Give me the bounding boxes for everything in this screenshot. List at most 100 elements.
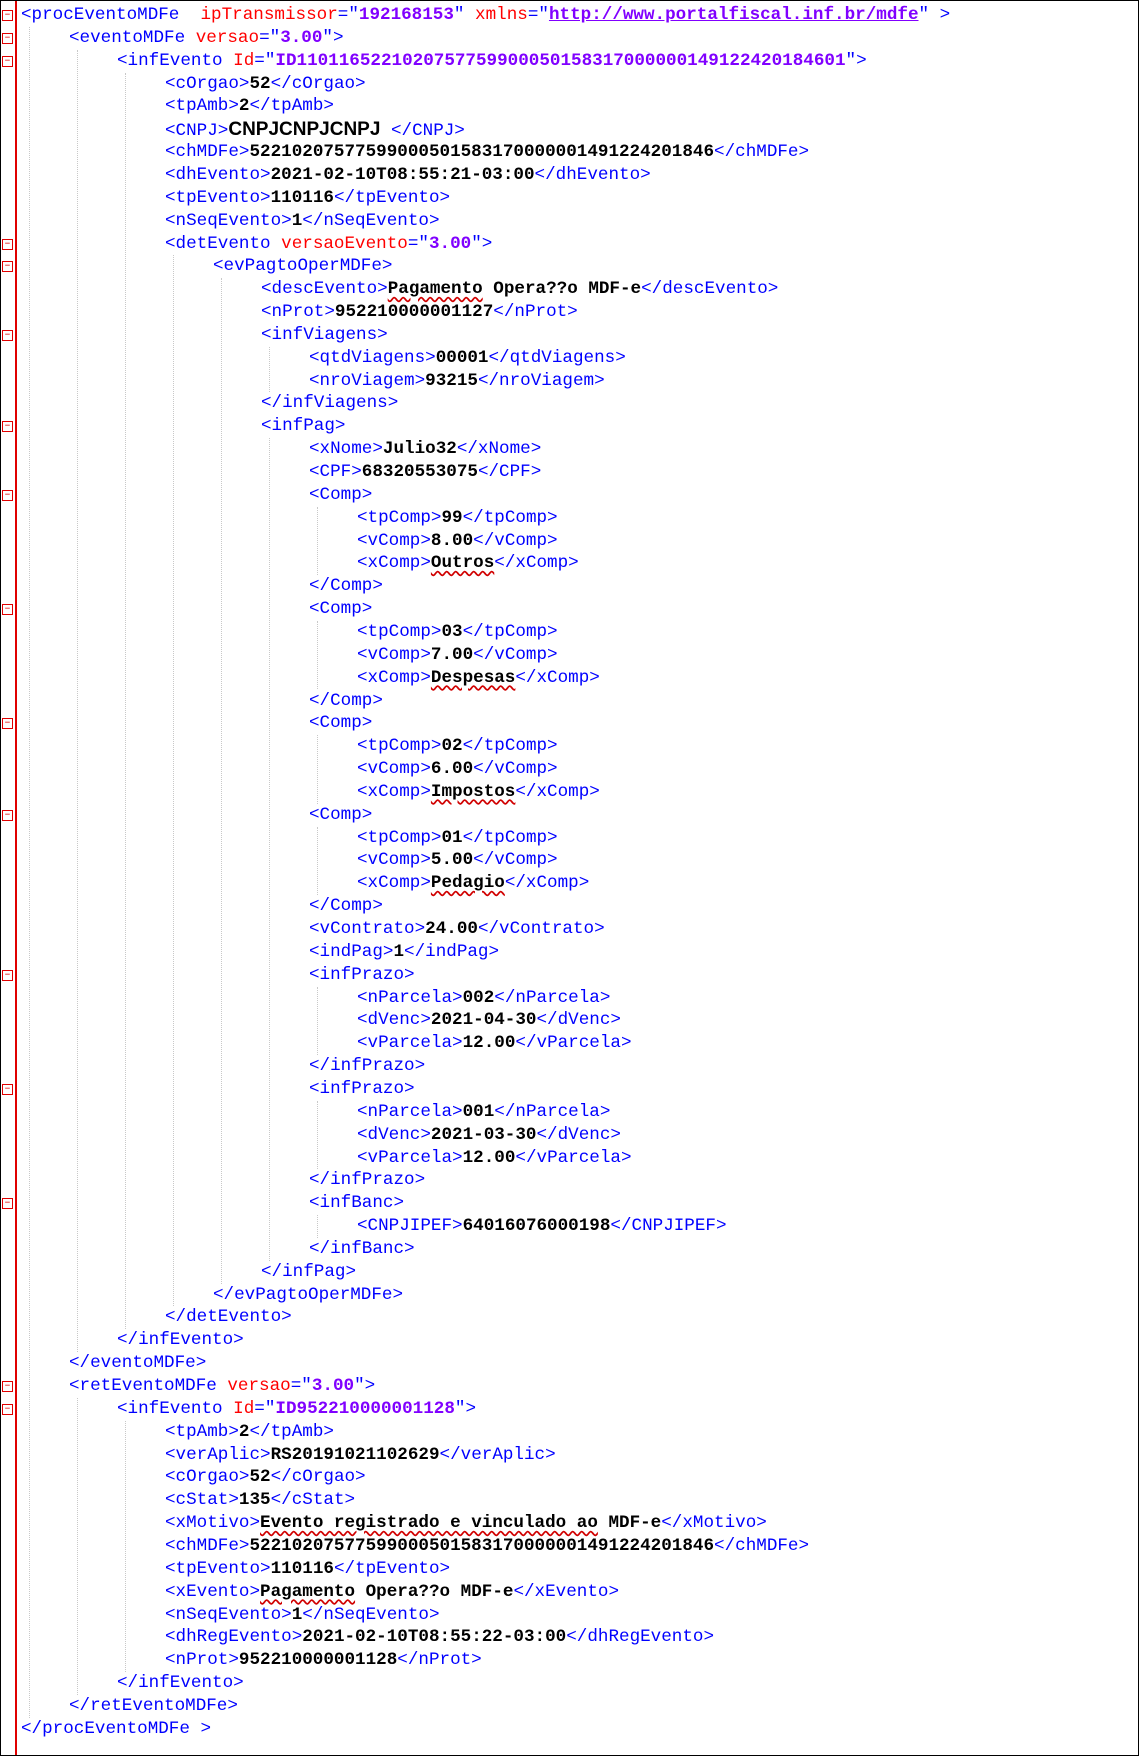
token-tag: <cOrgao>	[165, 73, 250, 94]
token-tag: <infBanc>	[309, 1193, 405, 1214]
token-tag: </indPag>	[404, 941, 500, 962]
code-line: </infPag>	[261, 1261, 356, 1284]
fold-toggle-icon[interactable]: −	[2, 969, 13, 981]
token-txt: 1	[393, 941, 405, 962]
code-line: <nSeqEvento>1</nSeqEvento>	[165, 210, 440, 233]
token-txt: Impostos	[430, 781, 516, 802]
token-tag: <nProt>	[165, 1650, 239, 1671]
code-line: </infPrazo>	[309, 1169, 425, 1192]
fold-toggle-icon[interactable]: −	[2, 329, 13, 341]
token-tag: </dhRegEvento>	[566, 1627, 715, 1648]
code-line: <vComp>8.00</vComp>	[357, 530, 558, 553]
token-tag: <Comp>	[309, 804, 373, 825]
token-tag: </chMDFe>	[714, 142, 810, 163]
token-tag: <tpAmb>	[165, 1421, 239, 1442]
token-tag: ">	[845, 50, 867, 71]
token-tag: </xMotivo>	[661, 1513, 767, 1534]
token-tag: </nroViagem>	[477, 370, 605, 391]
token-tag: <dhRegEvento>	[165, 1627, 303, 1648]
token-txt: 68320553075	[361, 462, 478, 482]
token-tag: <CNPJ>	[165, 121, 229, 142]
indent-guide	[77, 1397, 78, 1695]
code-area[interactable]: <procEventoMDFe ipTransmissor="192168153…	[21, 1, 1138, 1755]
token-txt: 1	[291, 1604, 303, 1625]
token-tag: <xMotivo>	[165, 1513, 261, 1534]
fold-toggle-icon[interactable]: −	[2, 238, 13, 250]
code-line: <detEvento versaoEvento="3.00">	[165, 233, 492, 256]
code-line: </detEvento>	[165, 1306, 292, 1329]
token-aval[interactable]: http://www.portalfiscal.inf.br/mdfe	[549, 5, 919, 25]
token-tag: ="	[337, 5, 359, 25]
token-tag: <infPrazo>	[309, 1078, 415, 1099]
token-tag: <detEvento	[165, 233, 282, 254]
code-line: <tpEvento>110116</tpEvento>	[165, 1558, 450, 1581]
fold-toggle-icon[interactable]: −	[2, 489, 13, 501]
token-aval: 3.00	[280, 27, 323, 48]
fold-toggle-icon[interactable]: −	[2, 1083, 13, 1095]
token-txt: 52	[249, 1467, 271, 1488]
token-attr: xmlns	[475, 5, 528, 25]
fold-toggle-icon[interactable]: −	[2, 421, 13, 433]
fold-toggle-icon[interactable]: −	[2, 604, 13, 616]
code-line: <vParcela>12.00</vParcela>	[357, 1147, 632, 1170]
token-txt: 52	[249, 73, 271, 94]
code-line: <descEvento>Pagamento Opera??o MDF-e</de…	[261, 278, 778, 301]
indent-guide	[317, 506, 318, 576]
code-line: <dhRegEvento>2021-02-10T08:55:22-03:00</…	[165, 1626, 714, 1649]
token-tag: <infEvento	[117, 50, 234, 71]
fold-toggle-icon[interactable]: −	[2, 809, 13, 821]
code-line: <chMDFe>52210207577599000501583170000001…	[165, 141, 809, 164]
token-tag: <CPF>	[309, 462, 362, 482]
code-line: <CPF>68320553075</CPF>	[309, 461, 541, 484]
fold-toggle-icon[interactable]: −	[2, 1198, 13, 1210]
token-tag: </Comp>	[309, 576, 383, 597]
indent-guide	[77, 49, 78, 1353]
code-line: <tpAmb>2</tpAmb>	[165, 95, 334, 118]
token-tag: </xComp>	[494, 553, 579, 574]
token-tag: ="	[407, 233, 429, 254]
code-line: </infEvento>	[117, 1329, 244, 1352]
token-tag: </nProt>	[493, 302, 578, 323]
indent-guide	[269, 346, 270, 393]
token-txt: 2021-02-10T08:55:21-03:00	[270, 164, 535, 185]
token-txt: 99	[441, 507, 463, 528]
token-txt: 12.00	[462, 1147, 516, 1168]
fold-toggle-icon[interactable]: −	[2, 10, 13, 21]
fold-toggle-icon[interactable]: −	[2, 1403, 13, 1415]
token-tag: <verAplic>	[165, 1444, 271, 1465]
token-tag: </evPagtoOperMDFe>	[213, 1284, 404, 1305]
code-line: <tpComp>02</tpComp>	[357, 735, 558, 758]
xml-editor[interactable]: − − − − − − − − − − − − − − − − <procEventoMDFe ipTrans…	[0, 0, 1139, 1756]
token-tag: </Comp>	[309, 896, 383, 917]
token-tag: <xComp>	[357, 873, 431, 894]
token-txt: Pagamento	[260, 1581, 356, 1602]
token-tag: <nSeqEvento>	[165, 1604, 292, 1625]
fold-toggle-icon[interactable]: −	[2, 1381, 13, 1392]
token-txt: 110116	[270, 187, 334, 208]
token-tag: <eventoMDFe	[69, 27, 196, 48]
indent-guide	[125, 1420, 126, 1673]
code-line: <dVenc>2021-04-30</dVenc>	[357, 1009, 621, 1032]
token-tag: </tpEvento>	[333, 1558, 451, 1579]
token-aval: ID952210000001128	[275, 1398, 455, 1419]
fold-toggle-icon[interactable]: −	[2, 718, 13, 730]
code-line: <xNome>Julio32</xNome>	[309, 438, 541, 461]
code-line: <tpComp>03</tpComp>	[357, 621, 558, 644]
token-tag: </vParcela>	[515, 1147, 632, 1168]
indent-guide	[317, 986, 318, 1056]
fold-toggle-icon[interactable]: −	[2, 32, 13, 44]
indent-guide	[317, 1215, 318, 1238]
token-tag: <tpComp>	[357, 507, 442, 528]
token-tag: </tpAmb>	[249, 1421, 334, 1442]
code-line: <tpEvento>110116</tpEvento>	[165, 187, 450, 210]
token-txt: 02	[441, 736, 463, 757]
token-tag: </infPrazo>	[309, 1170, 426, 1191]
code-line: <indPag>1</indPag>	[309, 941, 499, 964]
token-tag: <nProt>	[261, 302, 335, 323]
fold-toggle-icon[interactable]: −	[2, 55, 13, 67]
token-txt: 001	[462, 1101, 495, 1122]
token-tag: <Comp>	[309, 484, 373, 505]
fold-toggle-icon[interactable]: −	[2, 261, 13, 273]
token-tag: <tpEvento>	[165, 1558, 271, 1579]
token-tag: </infViagens>	[261, 393, 399, 414]
